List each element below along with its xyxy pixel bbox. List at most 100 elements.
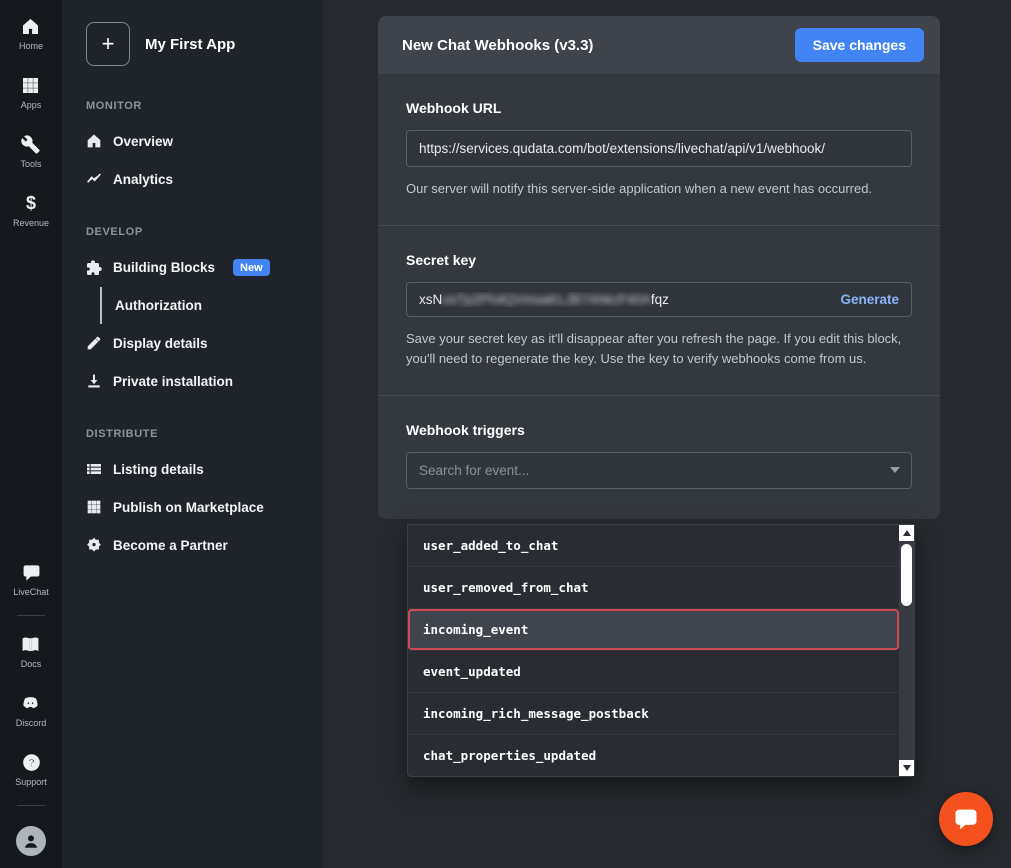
sidebar-item-private-installation[interactable]: Private installation <box>62 362 323 400</box>
webhook-url-help: Our server will notify this server-side … <box>406 179 912 199</box>
section-title-distribute: DISTRIBUTE <box>62 428 323 440</box>
rail-item-apps[interactable]: Apps <box>21 75 42 110</box>
new-badge: New <box>233 259 270 276</box>
sidebar-item-analytics[interactable]: Analytics <box>62 160 323 198</box>
chevron-down-icon[interactable] <box>890 467 900 473</box>
person-icon <box>22 832 40 850</box>
user-avatar[interactable] <box>16 826 46 856</box>
sidebar-item-label: Private installation <box>113 374 233 389</box>
scroll-down-arrow-icon[interactable] <box>899 760 914 776</box>
card-title: New Chat Webhooks (v3.3) <box>402 37 593 54</box>
card-body: Webhook URL Our server will notify this … <box>378 74 940 519</box>
card-header: New Chat Webhooks (v3.3) Save changes <box>378 16 940 74</box>
rail-item-label: Tools <box>20 159 41 169</box>
sidebar-item-authorization[interactable]: Authorization <box>100 287 323 324</box>
sidebar-item-overview[interactable]: Overview <box>62 122 323 160</box>
event-option-incoming-rich-message-postback[interactable]: incoming_rich_message_postback <box>408 693 899 735</box>
pencil-icon <box>86 335 102 351</box>
scroll-up-arrow-icon[interactable] <box>899 525 914 541</box>
section-divider <box>378 225 940 226</box>
scrollbar-thumb[interactable] <box>901 544 912 606</box>
section-divider <box>378 395 940 396</box>
event-option-incoming-event[interactable]: incoming_event <box>408 609 899 651</box>
app-header: + My First App <box>62 22 323 66</box>
webhook-url-input[interactable] <box>406 130 912 167</box>
secret-key-help: Save your secret key as it'll disappear … <box>406 329 912 369</box>
rail-item-label: Discord <box>16 718 47 728</box>
rail-item-livechat[interactable]: LiveChat <box>13 562 49 597</box>
rail-item-label: Support <box>15 777 47 787</box>
dollar-icon: $ <box>21 193 41 213</box>
event-option-user-added-to-chat[interactable]: user_added_to_chat <box>408 525 899 567</box>
rail-item-revenue[interactable]: $ Revenue <box>13 193 49 228</box>
left-rail: Home Apps Tools $ Revenue LiveChat <box>0 0 62 868</box>
dropdown-scrollbar <box>899 525 914 776</box>
sidebar-item-label: Publish on Marketplace <box>113 500 264 515</box>
rail-divider <box>17 615 45 616</box>
save-changes-button[interactable]: Save changes <box>795 28 924 62</box>
event-option-event-updated[interactable]: event_updated <box>408 651 899 693</box>
section-title-monitor: MONITOR <box>62 100 323 112</box>
section-title-develop: DEVELOP <box>62 226 323 238</box>
sidebar-item-listing-details[interactable]: Listing details <box>62 450 323 488</box>
sidebar-item-publish-marketplace[interactable]: Publish on Marketplace <box>62 488 323 526</box>
home-icon <box>21 16 41 36</box>
sidebar-item-label: Display details <box>113 336 208 351</box>
sidebar-item-building-blocks[interactable]: Building Blocks New <box>62 248 323 287</box>
app-name: My First App <box>145 36 235 53</box>
plus-icon: + <box>102 31 115 57</box>
rail-item-docs[interactable]: Docs <box>21 634 42 669</box>
event-dropdown: user_added_to_chat user_removed_from_cha… <box>407 524 915 777</box>
app-root: Home Apps Tools $ Revenue LiveChat <box>0 0 1011 868</box>
livechat-widget-button[interactable] <box>939 792 993 846</box>
download-icon <box>86 373 102 389</box>
rail-item-tools[interactable]: Tools <box>20 134 41 169</box>
sidebar-item-label: Listing details <box>113 462 204 477</box>
sidebar-item-label: Building Blocks <box>113 260 215 275</box>
rail-item-label: Docs <box>21 659 42 669</box>
rail-item-support[interactable]: ? Support <box>15 752 47 787</box>
question-icon: ? <box>21 752 41 772</box>
sidebar-item-label: Analytics <box>113 172 173 187</box>
rail-divider <box>17 805 45 806</box>
rail-item-home[interactable]: Home <box>19 16 43 51</box>
webhook-url-label: Webhook URL <box>406 100 912 116</box>
secret-key-field: xsNosTp2Ph4QVmsaKLJB7AhkcF40Afqz Generat… <box>406 282 912 317</box>
sidebar-item-label: Become a Partner <box>113 538 228 553</box>
secret-key-masked: osTp2Ph4QVmsaKLJB7AhkcF40A <box>442 292 651 307</box>
rail-item-label: Revenue <box>13 218 49 228</box>
wrench-icon <box>21 134 41 154</box>
webhooks-card: New Chat Webhooks (v3.3) Save changes We… <box>378 16 940 519</box>
event-search-input[interactable] <box>406 452 912 489</box>
event-option-chat-properties-updated[interactable]: chat_properties_updated <box>408 735 899 776</box>
secret-key-label: Secret key <box>406 252 912 268</box>
event-option-list: user_added_to_chat user_removed_from_cha… <box>408 525 899 776</box>
puzzle-icon <box>86 260 102 276</box>
home-icon <box>86 133 102 149</box>
generate-key-button[interactable]: Generate <box>840 292 899 307</box>
sidebar-item-label: Overview <box>113 134 173 149</box>
sidebar-item-become-partner[interactable]: Become a Partner <box>62 526 323 564</box>
discord-icon <box>21 693 41 713</box>
svg-text:?: ? <box>28 757 35 769</box>
chat-bubble-icon <box>952 805 980 833</box>
secret-key-value: xsNosTp2Ph4QVmsaKLJB7AhkcF40Afqz <box>419 292 669 307</box>
book-icon <box>21 634 41 654</box>
grid-icon <box>86 499 102 515</box>
event-option-user-removed-from-chat[interactable]: user_removed_from_chat <box>408 567 899 609</box>
sidebar-item-display-details[interactable]: Display details <box>62 324 323 362</box>
rail-item-label: LiveChat <box>13 587 49 597</box>
rail-item-label: Home <box>19 41 43 51</box>
analytics-icon <box>86 171 102 187</box>
rail-item-discord[interactable]: Discord <box>16 693 47 728</box>
add-app-button[interactable]: + <box>86 22 130 66</box>
main-content: New Chat Webhooks (v3.3) Save changes We… <box>323 0 1011 868</box>
partner-icon <box>86 537 102 553</box>
sidebar-item-label: Authorization <box>115 298 202 313</box>
list-icon <box>86 461 102 477</box>
rail-item-label: Apps <box>21 100 42 110</box>
event-search <box>406 452 912 489</box>
chat-bubble-icon <box>21 562 41 582</box>
apps-grid-icon <box>21 75 41 95</box>
sidebar: + My First App MONITOR Overview Analytic… <box>62 0 323 868</box>
